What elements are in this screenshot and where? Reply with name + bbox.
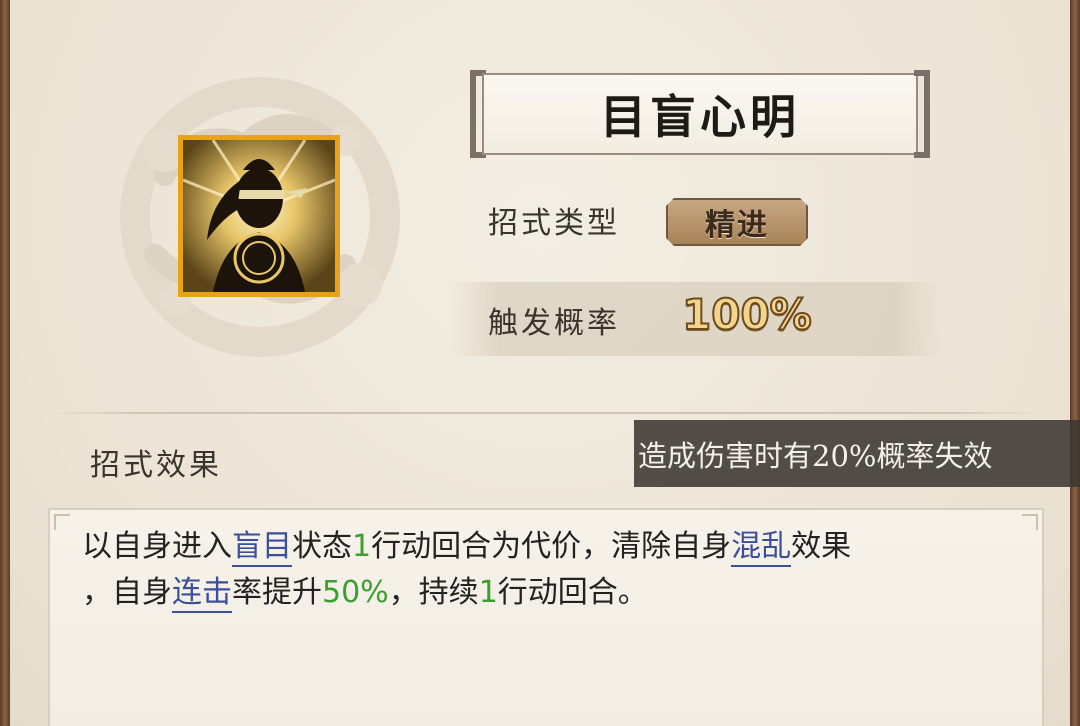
effect-text-segment: ，持续 <box>388 575 479 610</box>
corner-ornament <box>1022 514 1038 530</box>
panel-frame-left <box>0 0 10 726</box>
skill-detail-panel: 目盲心明 招式类型 精进 触发概率 100% 招式效果 以自身进入盲目状态1行动… <box>10 0 1070 726</box>
blindfolded-swordsman-icon <box>183 140 335 292</box>
effect-number: 1 <box>352 529 372 564</box>
effect-number: 50% <box>322 575 389 610</box>
skill-name: 目盲心明 <box>600 90 800 144</box>
skill-icon[interactable] <box>178 135 340 297</box>
effect-description-box: 以自身进入盲目状态1行动回合为代价，清除自身混乱效果 ，自身连击率提升50%，持… <box>48 508 1044 726</box>
trigger-chance-value: 100% <box>681 289 813 340</box>
skill-type-value: 精进 <box>705 208 769 243</box>
tooltip-text: 造成伤害时有20%概率失效 <box>638 438 993 473</box>
effect-line-2: ，自身连击率提升50%，持续1行动回合。 <box>82 570 1022 616</box>
keyword-combo-link[interactable]: 连击 <box>172 575 232 613</box>
effect-text-segment: ，自身 <box>82 575 172 610</box>
keyword-confusion-link[interactable]: 混乱 <box>731 529 792 567</box>
keyword-tooltip: 造成伤害时有20%概率失效 <box>634 420 1080 487</box>
title-bracket-right <box>914 70 930 158</box>
effect-text-segment: 率提升 <box>232 575 322 610</box>
title-box: 目盲心明 <box>482 73 918 155</box>
effect-text-segment: 行动回合。 <box>497 575 648 610</box>
effect-text-segment: 状态 <box>292 529 352 564</box>
panel-frame-right <box>1070 0 1080 726</box>
keyword-blind-link[interactable]: 盲目 <box>232 529 292 567</box>
skill-type-badge: 精进 <box>666 198 808 246</box>
effect-heading: 招式效果 <box>90 448 222 483</box>
skill-type-label: 招式类型 <box>488 206 620 241</box>
corner-ornament <box>54 514 70 530</box>
section-divider <box>48 412 1044 414</box>
trigger-chance-label: 触发概率 <box>488 306 620 341</box>
effect-text-segment: 效果 <box>791 529 852 564</box>
effect-text-segment: 以自身进入 <box>82 529 232 564</box>
effect-line-1: 以自身进入盲目状态1行动回合为代价，清除自身混乱效果 <box>82 524 1022 570</box>
effect-text-segment: 行动回合为代价，清除自身 <box>371 529 732 564</box>
effect-description: 以自身进入盲目状态1行动回合为代价，清除自身混乱效果 ，自身连击率提升50%，持… <box>82 524 1022 616</box>
effect-number: 1 <box>478 575 498 610</box>
skill-title-plate: 目盲心明 <box>470 70 930 158</box>
